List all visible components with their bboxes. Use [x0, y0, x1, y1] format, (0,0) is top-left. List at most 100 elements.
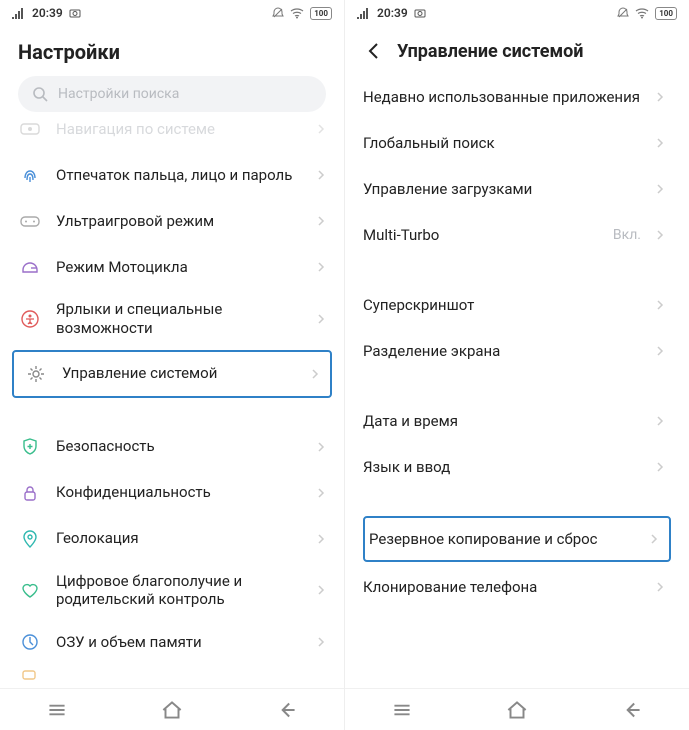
- row-label: Резервное копирование и сброс: [369, 530, 635, 549]
- nav-home-button[interactable]: [504, 697, 530, 723]
- page-header: Настройки: [0, 26, 344, 76]
- chevron-right-icon: [316, 170, 326, 180]
- row-value: Вкл.: [613, 227, 641, 243]
- row-superscreenshot[interactable]: Суперскриншот: [359, 282, 675, 328]
- chevron-right-icon: [655, 346, 665, 356]
- dnd-icon: [272, 7, 284, 19]
- row-datetime[interactable]: Дата и время: [359, 398, 675, 444]
- row-nav-system[interactable]: Навигация по системе: [8, 120, 336, 152]
- row-label: Multi-Turbo: [363, 226, 599, 245]
- row-label: Управление загрузками: [363, 180, 641, 199]
- signal-icon: [357, 7, 371, 19]
- row-label: Ярлыки и специальные возможности: [56, 300, 302, 338]
- chevron-right-icon: [655, 416, 665, 426]
- chevron-right-icon: [649, 534, 659, 544]
- dnd-icon: [617, 7, 629, 19]
- system-management-list: Недавно использованные приложения Глобал…: [345, 74, 689, 688]
- row-ultra-game[interactable]: Ультраигровой режим: [8, 198, 336, 244]
- nav-menu-button[interactable]: [389, 697, 415, 723]
- helmet-icon: [18, 255, 42, 279]
- chevron-right-icon: [655, 582, 665, 592]
- chevron-right-icon: [316, 488, 326, 498]
- row-label: Недавно использованные приложения: [363, 88, 641, 107]
- row-label: Разделение экрана: [363, 342, 641, 361]
- row-system-management[interactable]: Управление системой: [12, 350, 332, 398]
- back-button[interactable]: [363, 40, 385, 62]
- row-label: Геолокация: [56, 529, 302, 548]
- accessibility-icon: [18, 307, 42, 331]
- row-multiturbo[interactable]: Multi-Turbo Вкл.: [359, 212, 675, 258]
- chevron-right-icon: [316, 442, 326, 452]
- page-title: Настройки: [18, 40, 120, 64]
- chevron-right-icon: [316, 534, 326, 544]
- location-icon: [18, 527, 42, 551]
- row-security[interactable]: Безопасность: [8, 424, 336, 470]
- row-lang[interactable]: Язык и ввод: [359, 444, 675, 490]
- gamepad-icon: [18, 209, 42, 233]
- page-title: Управление системой: [397, 41, 584, 62]
- row-label: Ультраигровой режим: [56, 212, 302, 231]
- chevron-right-icon: [316, 314, 326, 324]
- search-placeholder: Настройки поиска: [58, 86, 179, 102]
- status-bar: 20:39 100: [345, 0, 689, 26]
- wifi-icon: [635, 7, 649, 19]
- shield-icon: [18, 435, 42, 459]
- row-label: Суперскриншот: [363, 296, 641, 315]
- row-privacy[interactable]: Конфиденциальность: [8, 470, 336, 516]
- chevron-right-icon: [655, 138, 665, 148]
- battery-indicator: 100: [655, 7, 677, 20]
- chevron-right-icon: [655, 92, 665, 102]
- row-location[interactable]: Геолокация: [8, 516, 336, 562]
- battery-indicator: 100: [310, 7, 332, 20]
- row-label: Глобальный поиск: [363, 134, 641, 153]
- search-icon: [32, 86, 48, 102]
- chevron-right-icon: [316, 124, 326, 134]
- row-shortcuts[interactable]: Ярлыки и специальные возможности: [8, 290, 336, 348]
- nav-bar: [345, 688, 689, 730]
- chevron-right-icon: [316, 585, 326, 595]
- row-label: Отпечаток пальца, лицо и пароль: [56, 166, 302, 185]
- nav-back-button[interactable]: [619, 697, 645, 723]
- row-label: ОЗУ и объем памяти: [56, 633, 302, 652]
- gear-icon: [24, 362, 48, 386]
- search-input[interactable]: Настройки поиска: [18, 76, 326, 112]
- row-moto[interactable]: Режим Мотоцикла: [8, 244, 336, 290]
- chevron-right-icon: [655, 300, 665, 310]
- row-label: Цифровое благополучие и родительский кон…: [56, 572, 302, 610]
- row-recent-apps[interactable]: Недавно использованные приложения: [359, 74, 675, 120]
- row-label: Конфиденциальность: [56, 483, 302, 502]
- row-label: Язык и ввод: [363, 458, 641, 477]
- nav-menu-button[interactable]: [44, 697, 70, 723]
- camera-icon: [414, 7, 426, 19]
- row-splitscreen[interactable]: Разделение экрана: [359, 328, 675, 374]
- phone-left: 20:39 100 Настройки Настройки поиска: [0, 0, 344, 730]
- row-label: Управление системой: [62, 364, 296, 383]
- row-cut[interactable]: [8, 665, 336, 685]
- battery-icon: [18, 665, 42, 685]
- wifi-icon: [290, 7, 304, 19]
- chevron-right-icon: [655, 462, 665, 472]
- row-downloads[interactable]: Управление загрузками: [359, 166, 675, 212]
- row-label: Клонирование телефона: [363, 578, 641, 597]
- row-ram[interactable]: ОЗУ и объем памяти: [8, 619, 336, 665]
- row-label: Безопасность: [56, 437, 302, 456]
- nav-back-button[interactable]: [274, 697, 300, 723]
- row-clone[interactable]: Клонирование телефона: [359, 564, 675, 610]
- row-global-search[interactable]: Глобальный поиск: [359, 120, 675, 166]
- row-backup-reset[interactable]: Резервное копирование и сброс: [363, 516, 671, 562]
- chevron-right-icon: [310, 369, 320, 379]
- row-fingerprint[interactable]: Отпечаток пальца, лицо и пароль: [8, 152, 336, 198]
- nav-icon: [18, 120, 42, 141]
- phone-right: 20:39 100 Управление системой Недавно ис…: [344, 0, 689, 730]
- memory-icon: [18, 630, 42, 654]
- row-wellbeing[interactable]: Цифровое благополучие и родительский кон…: [8, 562, 336, 620]
- row-label: Режим Мотоцикла: [56, 258, 302, 277]
- lock-icon: [18, 481, 42, 505]
- row-label: Навигация по системе: [56, 120, 302, 138]
- nav-home-button[interactable]: [159, 697, 185, 723]
- chevron-right-icon: [316, 637, 326, 647]
- nav-bar: [0, 688, 344, 730]
- row-label: Дата и время: [363, 412, 641, 431]
- settings-list: Навигация по системе Отпечаток пальца, л…: [0, 120, 344, 688]
- status-time: 20:39: [32, 6, 63, 20]
